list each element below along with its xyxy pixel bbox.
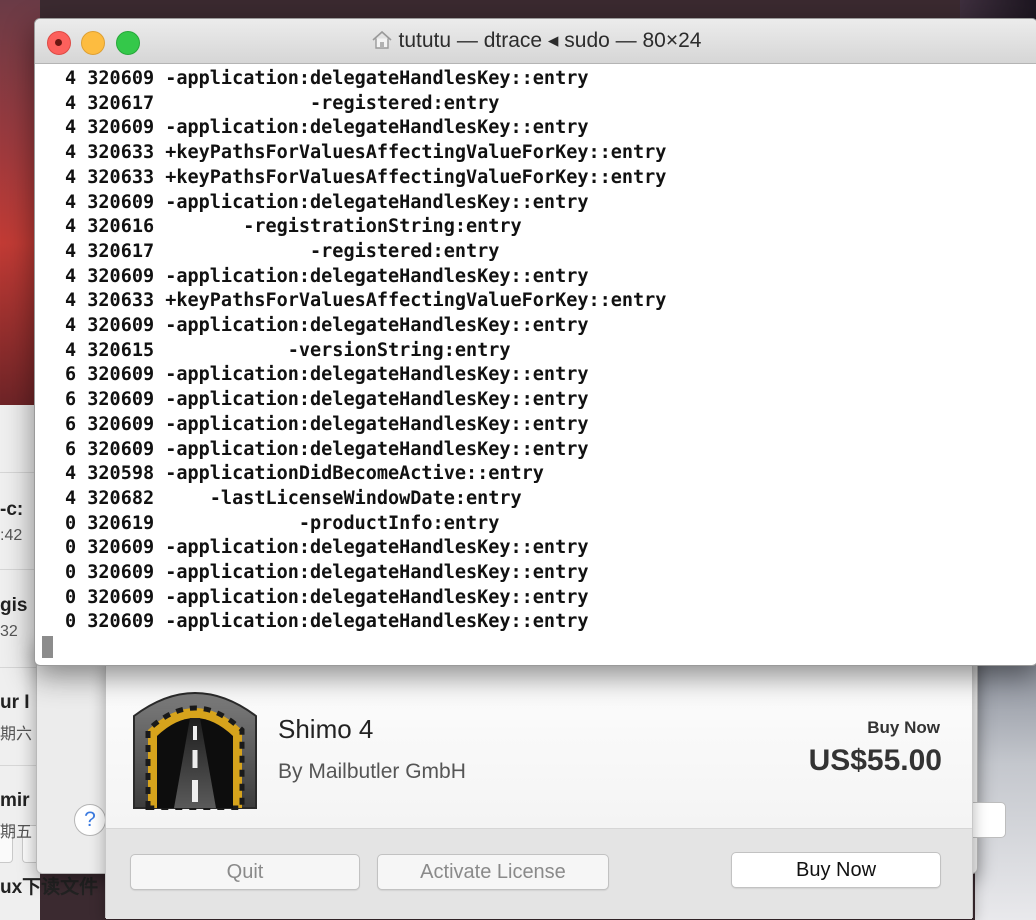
list-separator (0, 667, 40, 668)
list-item-subtitle: 期六 (0, 726, 33, 743)
terminal-line: 0 320609 -application:delegateHandlesKey… (65, 537, 589, 559)
list-item-title[interactable]: mir (0, 790, 40, 812)
wallpaper-bottom-right (975, 660, 1036, 920)
license-sheet: Shimo 4 By Mailbutler GmbH Buy Now US$55… (105, 660, 973, 919)
terminal-window: tututu — dtrace ◂ sudo — 80×24 4 320609 … (34, 18, 1036, 666)
app-vendor: By Mailbutler GmbH (278, 760, 466, 783)
quit-button[interactable]: Quit (130, 854, 360, 890)
terminal-titlebar[interactable]: tututu — dtrace ◂ sudo — 80×24 (35, 19, 1036, 64)
activate-license-button[interactable]: Activate License (377, 854, 609, 890)
terminal-line: 4 320609 -application:delegateHandlesKey… (65, 117, 589, 139)
terminal-line: 4 320615 -versionString:entry (65, 339, 511, 361)
product-info-area: Shimo 4 By Mailbutler GmbH Buy Now US$55… (106, 660, 972, 828)
list-item-title[interactable]: ur I (0, 692, 40, 714)
list-item-subtitle: 期五 (0, 824, 33, 841)
buy-now-button[interactable]: Buy Now (731, 852, 941, 888)
terminal-line: 6 320609 -application:delegateHandlesKey… (65, 438, 589, 460)
terminal-line: 6 320609 -application:delegateHandlesKey… (65, 389, 589, 411)
buy-now-label: Buy Now (867, 718, 940, 737)
terminal-line: 4 320598 -applicationDidBecomeActive::en… (65, 463, 544, 485)
text-cursor (42, 636, 53, 658)
app-name: Shimo 4 (278, 714, 374, 744)
window-title: tututu — dtrace ◂ sudo — 80×24 (35, 19, 1036, 63)
terminal-line: 4 320633 +keyPathsForValuesAffectingValu… (65, 166, 667, 188)
background-footer-text: ux下读文件 (0, 877, 99, 898)
terminal-line: 4 320609 -application:delegateHandlesKey… (65, 315, 589, 336)
window-title-text: tututu — dtrace ◂ sudo — 80×24 (398, 29, 702, 52)
terminal-output[interactable]: 4 320609 -application:delegateHandlesKey… (35, 63, 1036, 665)
list-separator (0, 765, 40, 766)
terminal-line: 4 320609 -application:delegateHandlesKey… (65, 191, 589, 213)
terminal-line: 0 320609 -application:delegateHandlesKey… (65, 562, 589, 583)
terminal-line: 4 320617 -registered:entry (65, 240, 500, 262)
terminal-line: 6 320609 -application:delegateHandlesKey… (65, 413, 589, 435)
terminal-line: 4 320633 +keyPathsForValuesAffectingValu… (65, 290, 667, 312)
terminal-line: 4 320633 +keyPathsForValuesAffectingValu… (65, 142, 667, 164)
terminal-line: 6 320609 -application:delegateHandlesKey… (65, 364, 589, 386)
terminal-line: 4 320617 -registered:entry (65, 92, 500, 114)
tunnel-icon (133, 692, 257, 810)
help-button[interactable]: ? (74, 804, 106, 836)
price: US$55.00 (808, 744, 942, 777)
terminal-line: 4 320616 -registrationString:entry (65, 216, 522, 238)
terminal-line: 4 320609 -application:delegateHandlesKey… (65, 68, 589, 89)
terminal-line: 4 320682 -lastLicenseWindowDate:entry (65, 487, 522, 509)
terminal-line: 0 320609 -application:delegateHandlesKey… (65, 586, 589, 608)
home-icon (371, 30, 392, 49)
terminal-line: 0 320609 -application:delegateHandlesKey… (65, 611, 589, 633)
terminal-line: 4 320609 -application:delegateHandlesKey… (65, 265, 589, 287)
button-bar: Quit Activate License Buy Now (106, 828, 972, 919)
terminal-line: 0 320619 -productInfo:entry (65, 512, 500, 534)
